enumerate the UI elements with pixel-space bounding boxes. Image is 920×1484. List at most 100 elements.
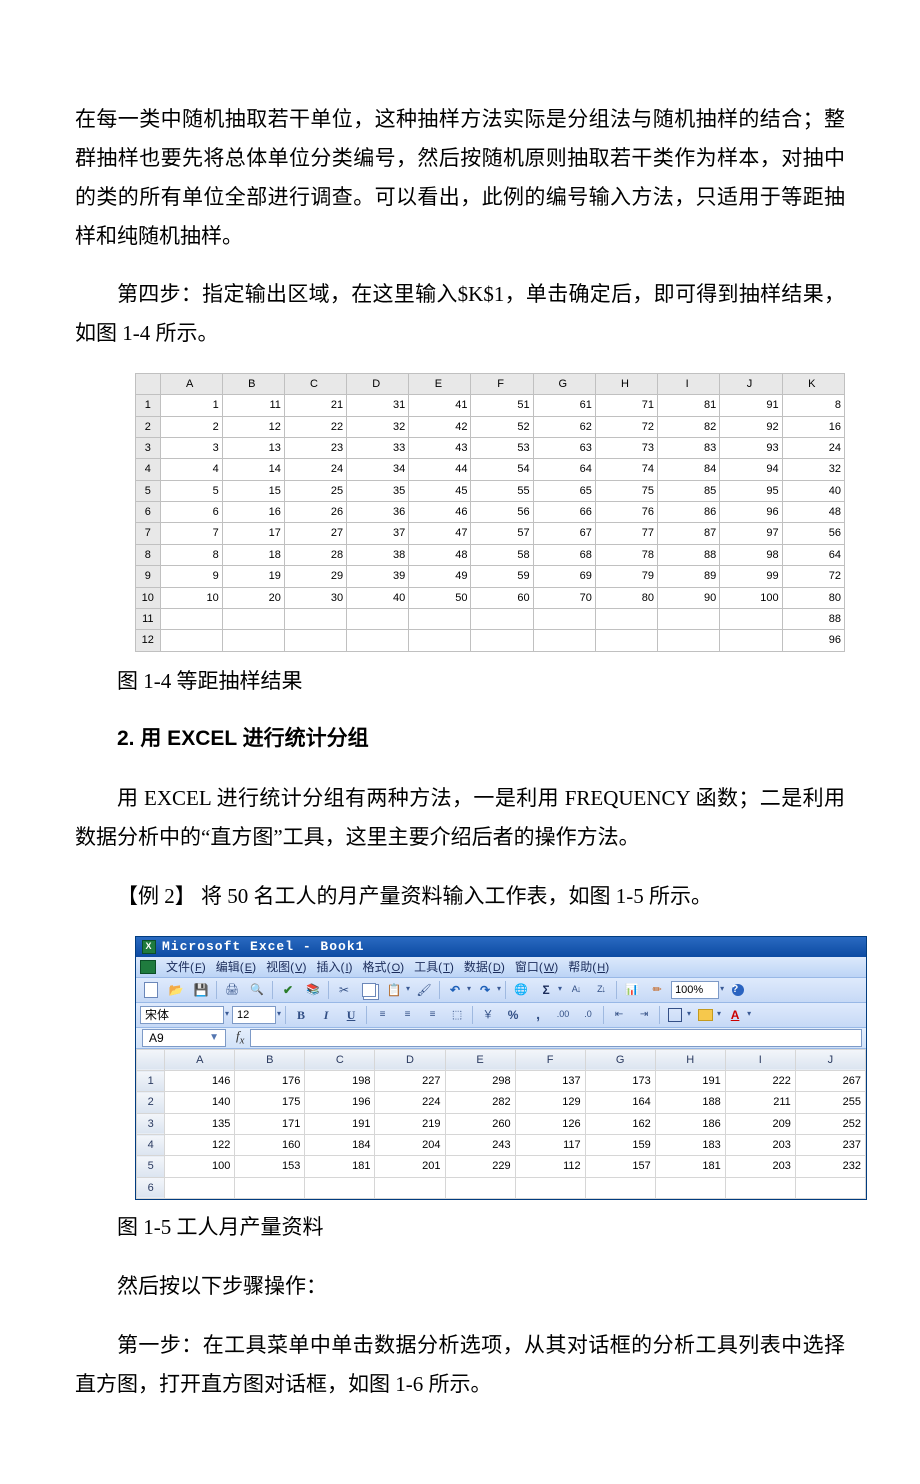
italic-icon[interactable]: I <box>315 1005 337 1025</box>
formula-input[interactable] <box>250 1029 862 1047</box>
col-header[interactable]: E <box>445 1049 515 1070</box>
col-header[interactable]: D <box>375 1049 445 1070</box>
hyperlink-icon[interactable] <box>510 980 532 1000</box>
cell[interactable]: 229 <box>445 1156 515 1177</box>
new-icon[interactable] <box>140 980 162 1000</box>
cell[interactable] <box>515 1177 585 1198</box>
row-header[interactable]: 1 <box>137 1071 165 1092</box>
decrease-decimal-icon[interactable]: .0 <box>577 1005 599 1025</box>
cell[interactable] <box>585 1177 655 1198</box>
cell[interactable] <box>655 1177 725 1198</box>
menu-insert[interactable]: 插入(I) <box>316 956 352 978</box>
chevron-down-icon[interactable]: ▾ <box>558 982 562 997</box>
cell[interactable] <box>235 1177 305 1198</box>
select-all-corner[interactable] <box>137 1049 165 1070</box>
cell[interactable]: 252 <box>795 1113 865 1134</box>
cut-icon[interactable] <box>333 980 355 1000</box>
autosum-icon[interactable] <box>535 980 557 1000</box>
row-header[interactable]: 3 <box>137 1113 165 1134</box>
align-center-icon[interactable]: ≡ <box>396 1005 418 1025</box>
cell[interactable]: 282 <box>445 1092 515 1113</box>
print-preview-icon[interactable] <box>246 980 268 1000</box>
cell[interactable] <box>375 1177 445 1198</box>
cell[interactable]: 157 <box>585 1156 655 1177</box>
cell[interactable]: 186 <box>655 1113 725 1134</box>
col-header[interactable]: A <box>165 1049 235 1070</box>
cell[interactable]: 191 <box>305 1113 375 1134</box>
cell[interactable]: 196 <box>305 1092 375 1113</box>
fill-color-icon[interactable] <box>694 1005 716 1025</box>
cell[interactable]: 181 <box>305 1156 375 1177</box>
row-header[interactable]: 6 <box>137 1177 165 1198</box>
menu-file[interactable]: 文件(F) <box>166 956 206 978</box>
cell[interactable]: 211 <box>725 1092 795 1113</box>
col-header[interactable]: J <box>795 1049 865 1070</box>
cell[interactable]: 129 <box>515 1092 585 1113</box>
chevron-down-icon[interactable]: ▾ <box>497 982 501 997</box>
row-header[interactable]: 5 <box>137 1156 165 1177</box>
cell[interactable]: 224 <box>375 1092 445 1113</box>
open-icon[interactable] <box>165 980 187 1000</box>
menu-edit[interactable]: 编辑(E) <box>216 956 256 978</box>
align-right-icon[interactable]: ≡ <box>421 1005 443 1025</box>
cell[interactable]: 146 <box>165 1071 235 1092</box>
cell[interactable]: 159 <box>585 1135 655 1156</box>
print-icon[interactable] <box>221 980 243 1000</box>
cell[interactable] <box>795 1177 865 1198</box>
chevron-down-icon[interactable]: ▾ <box>747 1007 751 1022</box>
chevron-down-icon[interactable]: ▾ <box>406 982 410 997</box>
cell[interactable]: 183 <box>655 1135 725 1156</box>
cell[interactable]: 232 <box>795 1156 865 1177</box>
cell[interactable] <box>445 1177 515 1198</box>
chevron-down-icon[interactable]: ▾ <box>225 1007 229 1022</box>
cell[interactable]: 171 <box>235 1113 305 1134</box>
borders-icon[interactable] <box>664 1005 686 1025</box>
col-header[interactable]: B <box>235 1049 305 1070</box>
decrease-indent-icon[interactable]: ⇤ <box>608 1005 630 1025</box>
sort-desc-icon[interactable] <box>590 980 612 1000</box>
cell[interactable] <box>165 1177 235 1198</box>
cell[interactable]: 117 <box>515 1135 585 1156</box>
font-color-icon[interactable] <box>724 1005 746 1025</box>
cell[interactable]: 260 <box>445 1113 515 1134</box>
cell[interactable]: 140 <box>165 1092 235 1113</box>
cell[interactable] <box>305 1177 375 1198</box>
redo-icon[interactable] <box>474 980 496 1000</box>
bold-icon[interactable]: B <box>290 1005 312 1025</box>
chart-wizard-icon[interactable] <box>621 980 643 1000</box>
fx-icon[interactable]: fx <box>236 1024 244 1051</box>
cell[interactable]: 198 <box>305 1071 375 1092</box>
name-box[interactable]: A9▼ <box>142 1029 226 1047</box>
cell[interactable]: 298 <box>445 1071 515 1092</box>
menu-tools[interactable]: 工具(T) <box>414 956 454 978</box>
cell[interactable]: 219 <box>375 1113 445 1134</box>
align-left-icon[interactable]: ≡ <box>371 1005 393 1025</box>
row-header[interactable]: 4 <box>137 1135 165 1156</box>
chevron-down-icon[interactable]: ▾ <box>467 982 471 997</box>
cell[interactable]: 181 <box>655 1156 725 1177</box>
menu-window[interactable]: 窗口(W) <box>515 956 558 978</box>
cell[interactable]: 112 <box>515 1156 585 1177</box>
save-icon[interactable] <box>190 980 212 1000</box>
font-size-combobox[interactable]: 12 <box>232 1006 276 1024</box>
cell[interactable]: 153 <box>235 1156 305 1177</box>
underline-icon[interactable]: U <box>340 1005 362 1025</box>
cell[interactable]: 237 <box>795 1135 865 1156</box>
col-header[interactable]: I <box>725 1049 795 1070</box>
format-painter-icon[interactable] <box>413 980 435 1000</box>
col-header[interactable]: C <box>305 1049 375 1070</box>
chevron-down-icon[interactable]: ▾ <box>687 1007 691 1022</box>
copy-icon[interactable] <box>358 980 380 1000</box>
currency-icon[interactable] <box>477 1005 499 1025</box>
cell[interactable]: 267 <box>795 1071 865 1092</box>
percent-icon[interactable] <box>502 1005 524 1025</box>
cell[interactable]: 204 <box>375 1135 445 1156</box>
merge-center-icon[interactable]: ⬚ <box>446 1005 468 1025</box>
cell[interactable]: 255 <box>795 1092 865 1113</box>
cell[interactable]: 188 <box>655 1092 725 1113</box>
cell[interactable]: 201 <box>375 1156 445 1177</box>
col-header[interactable]: G <box>585 1049 655 1070</box>
cell[interactable]: 126 <box>515 1113 585 1134</box>
increase-decimal-icon[interactable]: .00 <box>552 1005 574 1025</box>
increase-indent-icon[interactable]: ⇥ <box>633 1005 655 1025</box>
